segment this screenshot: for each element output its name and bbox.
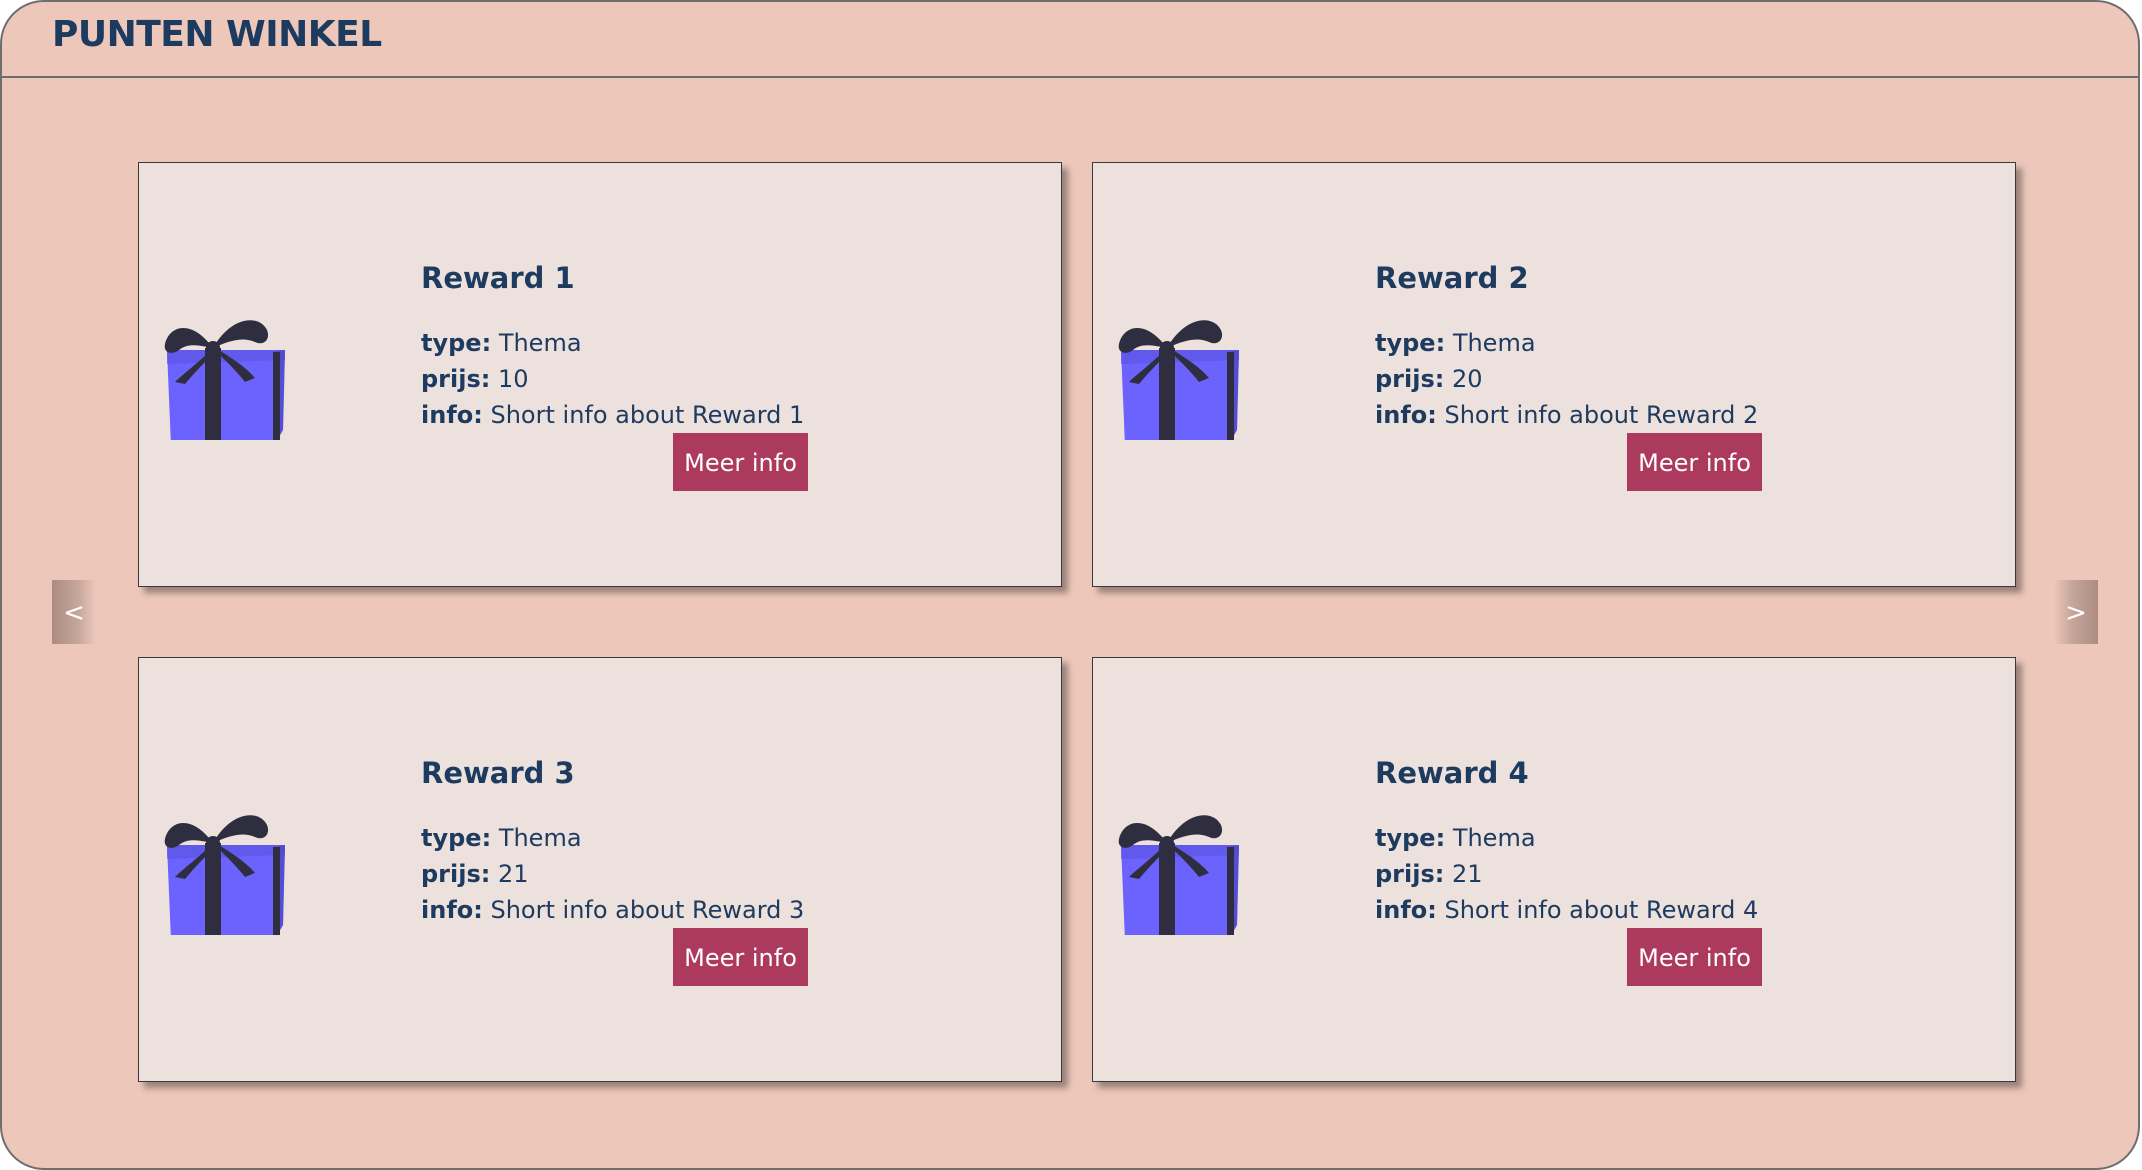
reward-info-value: Short info about Reward 2 [1444,401,1759,429]
reward-info: info: Short info about Reward 4 [1375,896,1758,924]
reward-type: type: Thema [421,824,582,852]
info-label: info: [1375,401,1437,429]
reward-title: Reward 3 [421,756,575,790]
gift-icon [164,815,285,935]
reward-title: Reward 1 [421,261,575,295]
reward-type: type: Thema [1375,329,1536,357]
more-info-button[interactable]: Meer info [1627,928,1762,986]
reward-info-value: Short info about Reward 4 [1444,896,1759,924]
type-label: type: [1375,824,1446,852]
gift-icon [1118,815,1239,935]
reward-info-value: Short info about Reward 3 [490,896,805,924]
reward-title: Reward 2 [1375,261,1529,295]
reward-type-value: Thema [1452,824,1536,852]
reward-price-value: 20 [1452,365,1483,393]
info-label: info: [1375,896,1437,924]
price-label: prijs: [421,365,491,393]
reward-type: type: Thema [1375,824,1536,852]
page-title: PUNTEN WINKEL [52,14,382,55]
gift-icon [164,320,285,440]
app-frame: PUNTEN WINKEL < > Reward 1 type: Thema p… [0,0,2140,1170]
reward-card: Reward 4 type: Thema prijs: 21 info: Sho… [1092,657,2016,1082]
reward-type: type: Thema [421,329,582,357]
reward-card: Reward 1 type: Thema prijs: 10 info: Sho… [138,162,1062,587]
type-label: type: [1375,329,1446,357]
price-label: prijs: [1375,365,1445,393]
reward-type-value: Thema [498,329,582,357]
reward-price-value: 21 [498,860,529,888]
reward-price-value: 21 [1452,860,1483,888]
next-page-button[interactable]: > [2054,580,2098,644]
reward-type-value: Thema [498,824,582,852]
reward-info: info: Short info about Reward 3 [421,896,804,924]
more-info-button[interactable]: Meer info [1627,433,1762,491]
reward-price-value: 10 [498,365,529,393]
info-label: info: [421,896,483,924]
reward-price: prijs: 10 [421,365,529,393]
reward-info-value: Short info about Reward 1 [490,401,805,429]
price-label: prijs: [1375,860,1445,888]
reward-info: info: Short info about Reward 1 [421,401,804,429]
header: PUNTEN WINKEL [2,2,2138,78]
gift-icon [1118,320,1239,440]
reward-card: Reward 3 type: Thema prijs: 21 info: Sho… [138,657,1062,1082]
type-label: type: [421,329,492,357]
info-label: info: [421,401,483,429]
reward-info: info: Short info about Reward 2 [1375,401,1758,429]
reward-type-value: Thema [1452,329,1536,357]
price-label: prijs: [421,860,491,888]
reward-price: prijs: 20 [1375,365,1483,393]
previous-page-button[interactable]: < [52,580,96,644]
type-label: type: [421,824,492,852]
reward-card: Reward 2 type: Thema prijs: 20 info: Sho… [1092,162,2016,587]
reward-title: Reward 4 [1375,756,1529,790]
reward-price: prijs: 21 [1375,860,1483,888]
reward-price: prijs: 21 [421,860,529,888]
more-info-button[interactable]: Meer info [673,928,808,986]
more-info-button[interactable]: Meer info [673,433,808,491]
